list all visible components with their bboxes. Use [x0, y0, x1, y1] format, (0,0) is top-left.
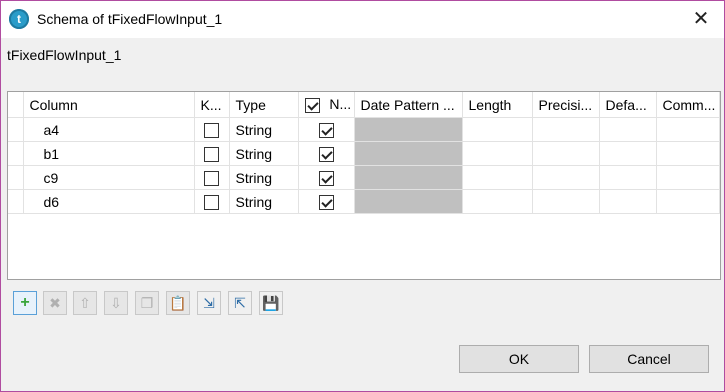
- cell-length[interactable]: [462, 141, 533, 166]
- column-header-nullable[interactable]: N...: [298, 92, 355, 118]
- cell-precision[interactable]: [532, 165, 600, 190]
- cell-date-pattern: [354, 165, 463, 190]
- title-bar: t Schema of tFixedFlowInput_1 ✕: [1, 1, 724, 38]
- schema-dialog: t Schema of tFixedFlowInput_1 ✕ tFixedFl…: [0, 0, 725, 392]
- table-header-row: Column K... Type N... Date Pattern ... L…: [8, 92, 720, 118]
- cell-default[interactable]: [599, 141, 657, 166]
- cell-precision[interactable]: [532, 189, 600, 214]
- cell-default[interactable]: [599, 189, 657, 214]
- export-icon: ⇱: [234, 295, 246, 311]
- arrow-down-icon: ⇩: [110, 295, 122, 311]
- cell-nullable[interactable]: [298, 141, 355, 166]
- table-body: a4 String b1 String c9 String d6 String: [8, 117, 720, 214]
- cell-key[interactable]: [194, 117, 230, 142]
- key-checkbox[interactable]: [204, 146, 219, 162]
- import-schema-button[interactable]: ⇲: [197, 291, 221, 315]
- column-header-comment[interactable]: Comm...: [656, 92, 720, 118]
- column-header-column[interactable]: Column: [23, 92, 195, 118]
- key-checkbox[interactable]: [204, 122, 219, 138]
- column-header-date-pattern[interactable]: Date Pattern ...: [354, 92, 463, 118]
- cell-column-name[interactable]: b1: [23, 141, 195, 166]
- add-row-button[interactable]: +: [13, 291, 37, 315]
- key-checkbox[interactable]: [204, 194, 219, 210]
- schema-table: Column K... Type N... Date Pattern ... L…: [7, 91, 721, 280]
- cell-comment[interactable]: [656, 165, 720, 190]
- ok-button[interactable]: OK: [459, 345, 579, 373]
- save-schema-button[interactable]: 💾: [259, 291, 283, 315]
- cell-default[interactable]: [599, 165, 657, 190]
- cell-key[interactable]: [194, 165, 230, 190]
- plus-icon: +: [20, 294, 30, 311]
- table-row[interactable]: d6 String: [8, 189, 720, 214]
- key-checkbox[interactable]: [204, 170, 219, 186]
- nullable-checkbox[interactable]: [318, 122, 334, 138]
- close-icon[interactable]: ✕: [688, 6, 714, 32]
- cell-comment[interactable]: [656, 189, 720, 214]
- row-selector[interactable]: [8, 141, 24, 166]
- import-icon: ⇲: [203, 295, 215, 311]
- cell-date-pattern: [354, 141, 463, 166]
- cell-key[interactable]: [194, 189, 230, 214]
- cell-length[interactable]: [462, 189, 533, 214]
- remove-row-button[interactable]: ✖: [43, 291, 67, 315]
- nullable-checkbox[interactable]: [318, 170, 334, 186]
- copy-button[interactable]: ❐: [135, 291, 159, 315]
- cell-default[interactable]: [599, 117, 657, 142]
- window-title: Schema of tFixedFlowInput_1: [37, 11, 223, 27]
- move-up-button[interactable]: ⇧: [73, 291, 97, 315]
- paste-icon: 📋: [169, 295, 187, 311]
- table-row[interactable]: a4 String: [8, 117, 720, 142]
- column-header-type[interactable]: Type: [229, 92, 299, 118]
- row-selector[interactable]: [8, 189, 24, 214]
- cell-precision[interactable]: [532, 141, 600, 166]
- column-header-length[interactable]: Length: [462, 92, 533, 118]
- nullable-header-label: N...: [329, 96, 352, 113]
- cell-length[interactable]: [462, 117, 533, 142]
- cell-comment[interactable]: [656, 117, 720, 142]
- cell-nullable[interactable]: [298, 117, 355, 142]
- cell-type[interactable]: String: [229, 141, 299, 166]
- cell-precision[interactable]: [532, 117, 600, 142]
- paste-button[interactable]: 📋: [166, 291, 190, 315]
- component-name-label: tFixedFlowInput_1: [7, 47, 122, 63]
- nullable-header-checkbox[interactable]: [304, 97, 320, 113]
- cell-comment[interactable]: [656, 141, 720, 166]
- cell-type[interactable]: String: [229, 165, 299, 190]
- talend-app-icon: t: [9, 9, 29, 29]
- cell-column-name[interactable]: a4: [23, 117, 195, 142]
- row-selector[interactable]: [8, 117, 24, 142]
- nullable-checkbox[interactable]: [318, 194, 334, 210]
- column-header-default[interactable]: Defa...: [599, 92, 657, 118]
- cell-column-name[interactable]: d6: [23, 189, 195, 214]
- schema-grid: Column K... Type N... Date Pattern ... L…: [8, 92, 720, 214]
- cell-column-name[interactable]: c9: [23, 165, 195, 190]
- cell-key[interactable]: [194, 141, 230, 166]
- table-row[interactable]: b1 String: [8, 141, 720, 166]
- arrow-up-icon: ⇧: [79, 295, 91, 311]
- column-header-precision[interactable]: Precisi...: [532, 92, 600, 118]
- row-selector[interactable]: [8, 165, 24, 190]
- row-selector-header: [8, 92, 24, 118]
- cell-date-pattern: [354, 189, 463, 214]
- save-icon: 💾: [262, 295, 280, 311]
- cell-nullable[interactable]: [298, 189, 355, 214]
- cell-length[interactable]: [462, 165, 533, 190]
- table-row[interactable]: c9 String: [8, 165, 720, 190]
- column-header-key[interactable]: K...: [194, 92, 230, 118]
- export-schema-button[interactable]: ⇱: [228, 291, 252, 315]
- cell-nullable[interactable]: [298, 165, 355, 190]
- nullable-checkbox[interactable]: [318, 146, 334, 162]
- move-down-button[interactable]: ⇩: [104, 291, 128, 315]
- cell-type[interactable]: String: [229, 117, 299, 142]
- copy-icon: ❐: [140, 295, 154, 311]
- cancel-button[interactable]: Cancel: [589, 345, 709, 373]
- delete-icon: ✖: [49, 295, 61, 311]
- cell-date-pattern: [354, 117, 463, 142]
- cell-type[interactable]: String: [229, 189, 299, 214]
